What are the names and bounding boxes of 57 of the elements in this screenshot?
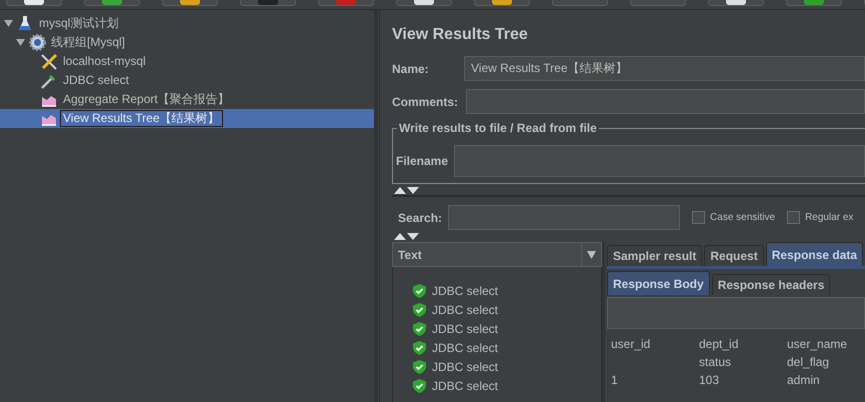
expand-caret-icon[interactable] [16,38,24,47]
result-item[interactable]: JDBC select [393,376,601,395]
tab[interactable]: Response data [766,242,864,266]
toolbar-icon [726,0,746,5]
tools-icon [40,52,58,70]
toolbar-icon [492,0,512,5]
result-item[interactable]: JDBC select [393,281,601,300]
tab[interactable]: Response Body [607,271,710,295]
response-text: user_name [787,337,848,351]
toolbar-icon [180,0,200,5]
tree-item[interactable]: View Results Tree【结果树】 [0,109,374,128]
toolbar-icon [258,0,278,5]
checkbox[interactable] [692,211,706,224]
response-text: del_flag [787,355,830,369]
comments-label: Comments: [392,94,458,110]
split-arrows-icon[interactable] [394,232,420,240]
tab[interactable]: Sampler result [607,245,702,266]
name-field[interactable]: View Results Tree【结果树】 [464,56,865,81]
toolbar-icon [804,0,824,5]
response-filter-field[interactable] [607,297,865,329]
checkbox[interactable] [787,211,800,224]
tree-item[interactable]: mysql测试计划 [0,14,374,33]
comments-field[interactable] [466,89,865,114]
name-label: Name: [392,60,430,76]
response-text: 1 [611,373,619,387]
result-item[interactable]: JDBC select [393,319,601,338]
response-text: user_id [611,337,652,351]
tree-item[interactable]: Aggregate Report【聚合报告】 [0,90,374,109]
tab[interactable]: Response headers [712,274,830,295]
tab[interactable]: Request [704,245,764,266]
toolbar-icon [336,0,356,5]
expand-caret-icon[interactable] [4,19,12,28]
dropdown-caret-icon [587,250,596,258]
toolbar-icon [102,0,122,5]
filename-label: Filename [396,153,450,169]
tree-item[interactable]: JDBC select [0,71,374,90]
checkbox-label: Case sensitive [710,212,776,223]
response-text: admin [787,373,821,387]
renderer-dropdown[interactable]: Text [392,242,602,267]
filename-field[interactable] [454,145,865,177]
toolbar-icon [414,0,434,5]
response-text: dept_id [699,337,740,351]
split-arrows-icon[interactable] [394,186,420,194]
result-item[interactable]: JDBC select [393,338,601,357]
response-text: status [699,355,732,369]
toolbar-icon [24,0,44,5]
tree-item[interactable]: localhost-mysql [0,52,374,71]
search-label: Search: [397,210,442,226]
checkbox-label: Regular ex [805,212,854,223]
panel-title: View Results Tree [392,26,529,44]
result-item[interactable]: JDBC select [393,357,601,376]
search-field[interactable] [448,205,680,230]
result-item[interactable]: JDBC select [393,300,601,319]
flask-icon [18,15,32,32]
tree-item[interactable]: 线程组[Mysql] [0,33,374,52]
response-text: 103 [699,373,720,387]
gear-icon [28,34,46,51]
